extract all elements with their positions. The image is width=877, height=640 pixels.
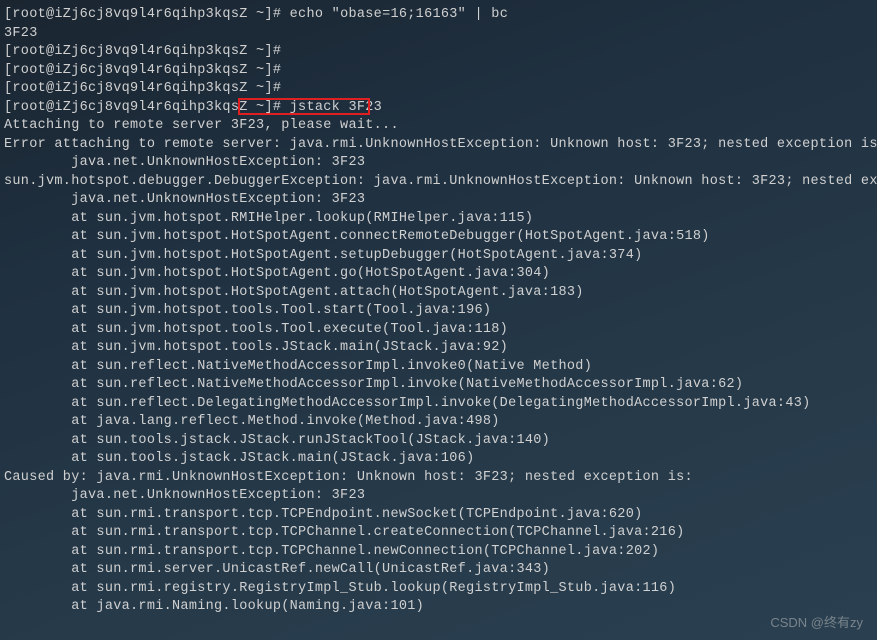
output-text: at sun.jvm.hotspot.HotSpotAgent.attach(H… bbox=[4, 285, 584, 300]
shell-prompt: [root@iZj6cj8vq9l4r6qihp3kqsZ ~]# bbox=[4, 7, 290, 22]
output-text: at sun.jvm.hotspot.tools.Tool.execute(To… bbox=[4, 322, 508, 337]
terminal-line: at sun.rmi.transport.tcp.TCPChannel.crea… bbox=[4, 524, 873, 543]
terminal-line: at sun.jvm.hotspot.HotSpotAgent.connectR… bbox=[4, 228, 873, 247]
terminal-line: at java.rmi.Naming.lookup(Naming.java:10… bbox=[4, 598, 873, 617]
shell-prompt: [root@iZj6cj8vq9l4r6qihp3kqsZ ~]# bbox=[4, 81, 290, 96]
terminal-line: at sun.jvm.hotspot.RMIHelper.lookup(RMIH… bbox=[4, 210, 873, 229]
shell-prompt: [root@iZj6cj8vq9l4r6qihp3kqsZ ~]# bbox=[4, 63, 290, 78]
output-text: at sun.jvm.hotspot.HotSpotAgent.go(HotSp… bbox=[4, 266, 550, 281]
terminal-line: at sun.jvm.hotspot.HotSpotAgent.go(HotSp… bbox=[4, 265, 873, 284]
terminal-line: at sun.reflect.DelegatingMethodAccessorI… bbox=[4, 395, 873, 414]
terminal-line: [root@iZj6cj8vq9l4r6qihp3kqsZ ~]# bbox=[4, 80, 873, 99]
output-text: at sun.rmi.server.UnicastRef.newCall(Uni… bbox=[4, 562, 550, 577]
terminal-line: java.net.UnknownHostException: 3F23 bbox=[4, 191, 873, 210]
terminal-line: [root@iZj6cj8vq9l4r6qihp3kqsZ ~]# bbox=[4, 43, 873, 62]
terminal-line: at sun.rmi.server.UnicastRef.newCall(Uni… bbox=[4, 561, 873, 580]
output-text: at sun.jvm.hotspot.HotSpotAgent.setupDeb… bbox=[4, 248, 643, 263]
output-text: at sun.reflect.NativeMethodAccessorImpl.… bbox=[4, 359, 592, 374]
terminal-line: Caused by: java.rmi.UnknownHostException… bbox=[4, 469, 873, 488]
terminal-line: at sun.tools.jstack.JStack.main(JStack.j… bbox=[4, 450, 873, 469]
output-text: java.net.UnknownHostException: 3F23 bbox=[4, 155, 365, 170]
output-text: at sun.rmi.transport.tcp.TCPChannel.crea… bbox=[4, 525, 685, 540]
output-text: at sun.rmi.transport.tcp.TCPEndpoint.new… bbox=[4, 507, 643, 522]
output-text: at sun.jvm.hotspot.HotSpotAgent.connectR… bbox=[4, 229, 710, 244]
terminal-line: at sun.rmi.transport.tcp.TCPEndpoint.new… bbox=[4, 506, 873, 525]
output-text: sun.jvm.hotspot.debugger.DebuggerExcepti… bbox=[4, 174, 877, 189]
terminal-line: at sun.jvm.hotspot.tools.Tool.start(Tool… bbox=[4, 302, 873, 321]
terminal-line: [root@iZj6cj8vq9l4r6qihp3kqsZ ~]# bbox=[4, 62, 873, 81]
output-text: at sun.jvm.hotspot.tools.Tool.start(Tool… bbox=[4, 303, 491, 318]
terminal-line: java.net.UnknownHostException: 3F23 bbox=[4, 487, 873, 506]
terminal-line: at sun.jvm.hotspot.HotSpotAgent.setupDeb… bbox=[4, 247, 873, 266]
terminal-line: Error attaching to remote server: java.r… bbox=[4, 136, 873, 155]
output-text: at java.rmi.Naming.lookup(Naming.java:10… bbox=[4, 599, 424, 614]
terminal-line: at sun.jvm.hotspot.tools.Tool.execute(To… bbox=[4, 321, 873, 340]
output-text: Caused by: java.rmi.UnknownHostException… bbox=[4, 470, 693, 485]
terminal-line: [root@iZj6cj8vq9l4r6qihp3kqsZ ~]# jstack… bbox=[4, 99, 873, 118]
output-text: at sun.reflect.DelegatingMethodAccessorI… bbox=[4, 396, 811, 411]
terminal-output[interactable]: [root@iZj6cj8vq9l4r6qihp3kqsZ ~]# echo "… bbox=[4, 6, 873, 617]
shell-prompt: [root@iZj6cj8vq9l4r6qihp3kqsZ ~]# bbox=[4, 44, 290, 59]
terminal-line: Attaching to remote server 3F23, please … bbox=[4, 117, 873, 136]
output-text: at sun.jvm.hotspot.RMIHelper.lookup(RMIH… bbox=[4, 211, 533, 226]
terminal-line: at sun.jvm.hotspot.tools.JStack.main(JSt… bbox=[4, 339, 873, 358]
terminal-line: at sun.rmi.transport.tcp.TCPChannel.newC… bbox=[4, 543, 873, 562]
terminal-line: at sun.tools.jstack.JStack.runJStackTool… bbox=[4, 432, 873, 451]
terminal-line: java.net.UnknownHostException: 3F23 bbox=[4, 154, 873, 173]
output-text: 3F23 bbox=[4, 26, 38, 41]
terminal-line: at sun.reflect.NativeMethodAccessorImpl.… bbox=[4, 358, 873, 377]
output-text: at sun.jvm.hotspot.tools.JStack.main(JSt… bbox=[4, 340, 508, 355]
terminal-line: at sun.reflect.NativeMethodAccessorImpl.… bbox=[4, 376, 873, 395]
output-text: at sun.tools.jstack.JStack.runJStackTool… bbox=[4, 433, 550, 448]
output-text: java.net.UnknownHostException: 3F23 bbox=[4, 488, 365, 503]
terminal-line: at sun.jvm.hotspot.HotSpotAgent.attach(H… bbox=[4, 284, 873, 303]
output-text: at sun.tools.jstack.JStack.main(JStack.j… bbox=[4, 451, 474, 466]
output-text: Attaching to remote server 3F23, please … bbox=[4, 118, 399, 133]
output-text: at sun.rmi.registry.RegistryImpl_Stub.lo… bbox=[4, 581, 676, 596]
terminal-line: 3F23 bbox=[4, 25, 873, 44]
terminal-line: sun.jvm.hotspot.debugger.DebuggerExcepti… bbox=[4, 173, 873, 192]
csdn-watermark: CSDN @终有zy bbox=[770, 614, 863, 633]
output-text: java.net.UnknownHostException: 3F23 bbox=[4, 192, 365, 207]
terminal-line: at sun.rmi.registry.RegistryImpl_Stub.lo… bbox=[4, 580, 873, 599]
output-text: at sun.reflect.NativeMethodAccessorImpl.… bbox=[4, 377, 743, 392]
shell-command: echo "obase=16;16163" | bc bbox=[290, 7, 508, 22]
output-text: Error attaching to remote server: java.r… bbox=[4, 137, 877, 152]
terminal-line: at java.lang.reflect.Method.invoke(Metho… bbox=[4, 413, 873, 432]
shell-prompt: [root@iZj6cj8vq9l4r6qihp3kqsZ ~]# bbox=[4, 100, 290, 115]
output-text: at java.lang.reflect.Method.invoke(Metho… bbox=[4, 414, 500, 429]
terminal-line: [root@iZj6cj8vq9l4r6qihp3kqsZ ~]# echo "… bbox=[4, 6, 873, 25]
output-text: at sun.rmi.transport.tcp.TCPChannel.newC… bbox=[4, 544, 659, 559]
highlighted-command: jstack 3F23 bbox=[290, 100, 382, 115]
